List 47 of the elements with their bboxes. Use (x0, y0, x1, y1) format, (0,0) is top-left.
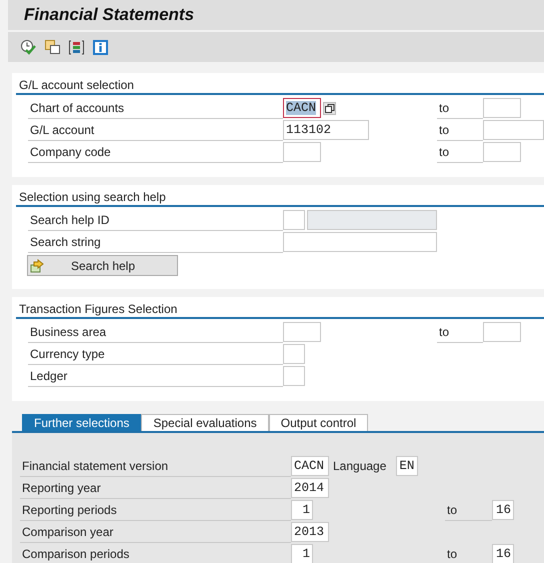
layout-icon[interactable] (68, 38, 85, 56)
input-field[interactable]: EN (396, 456, 418, 476)
section-title: Selection using search help (18, 190, 166, 204)
field-label: Company code (28, 141, 283, 163)
field-label: Reporting periods (20, 499, 291, 521)
input-field[interactable] (283, 210, 305, 230)
input-field[interactable]: 113102 (283, 120, 369, 140)
field-label: Ledger (28, 365, 283, 387)
input-field[interactable] (483, 322, 521, 342)
field-label: Reporting year (20, 477, 291, 499)
input-field[interactable] (483, 120, 544, 140)
tab[interactable]: Output control (268, 414, 368, 431)
tab[interactable]: Further selections (22, 414, 142, 431)
input-field[interactable]: 1 (291, 500, 313, 520)
input-field[interactable]: CACN (291, 456, 329, 476)
search-help-button[interactable]: Search help (27, 255, 178, 276)
input-field[interactable] (283, 322, 321, 342)
copy-icon[interactable] (44, 38, 61, 56)
input-field[interactable] (283, 344, 305, 364)
input-field[interactable]: 2014 (291, 478, 329, 498)
input-field[interactable]: 1 (291, 544, 313, 563)
field-label: Search help ID (28, 209, 283, 231)
execute-icon[interactable] (20, 38, 37, 56)
field-label: Chart of accounts (28, 97, 283, 119)
input-field[interactable] (283, 232, 437, 252)
input-field[interactable] (283, 366, 305, 386)
input-field[interactable]: 2013 (291, 522, 329, 542)
screen-title: Financial Statements (24, 5, 194, 25)
input-field[interactable] (283, 142, 321, 162)
field-label: Comparison year (20, 521, 291, 543)
input-field[interactable]: CACN (283, 98, 321, 118)
input-field[interactable] (483, 142, 521, 162)
input-field[interactable] (483, 98, 521, 118)
value-help-icon[interactable] (323, 102, 336, 114)
arrow-folder-icon (30, 258, 45, 272)
input-field[interactable]: 16 (492, 500, 514, 520)
field-label: Language (332, 459, 388, 473)
field-label: Business area (28, 321, 283, 343)
field-label: G/L account (28, 119, 283, 141)
info-icon[interactable] (92, 38, 109, 56)
field-label: Search string (28, 231, 283, 253)
field-label: Currency type (28, 343, 283, 365)
tab[interactable]: Special evaluations (141, 414, 269, 431)
section-title: Transaction Figures Selection (18, 302, 178, 316)
section-title: G/L account selection (18, 78, 134, 92)
field-label: Financial statement version (20, 455, 291, 477)
input-field[interactable]: 16 (492, 544, 514, 563)
